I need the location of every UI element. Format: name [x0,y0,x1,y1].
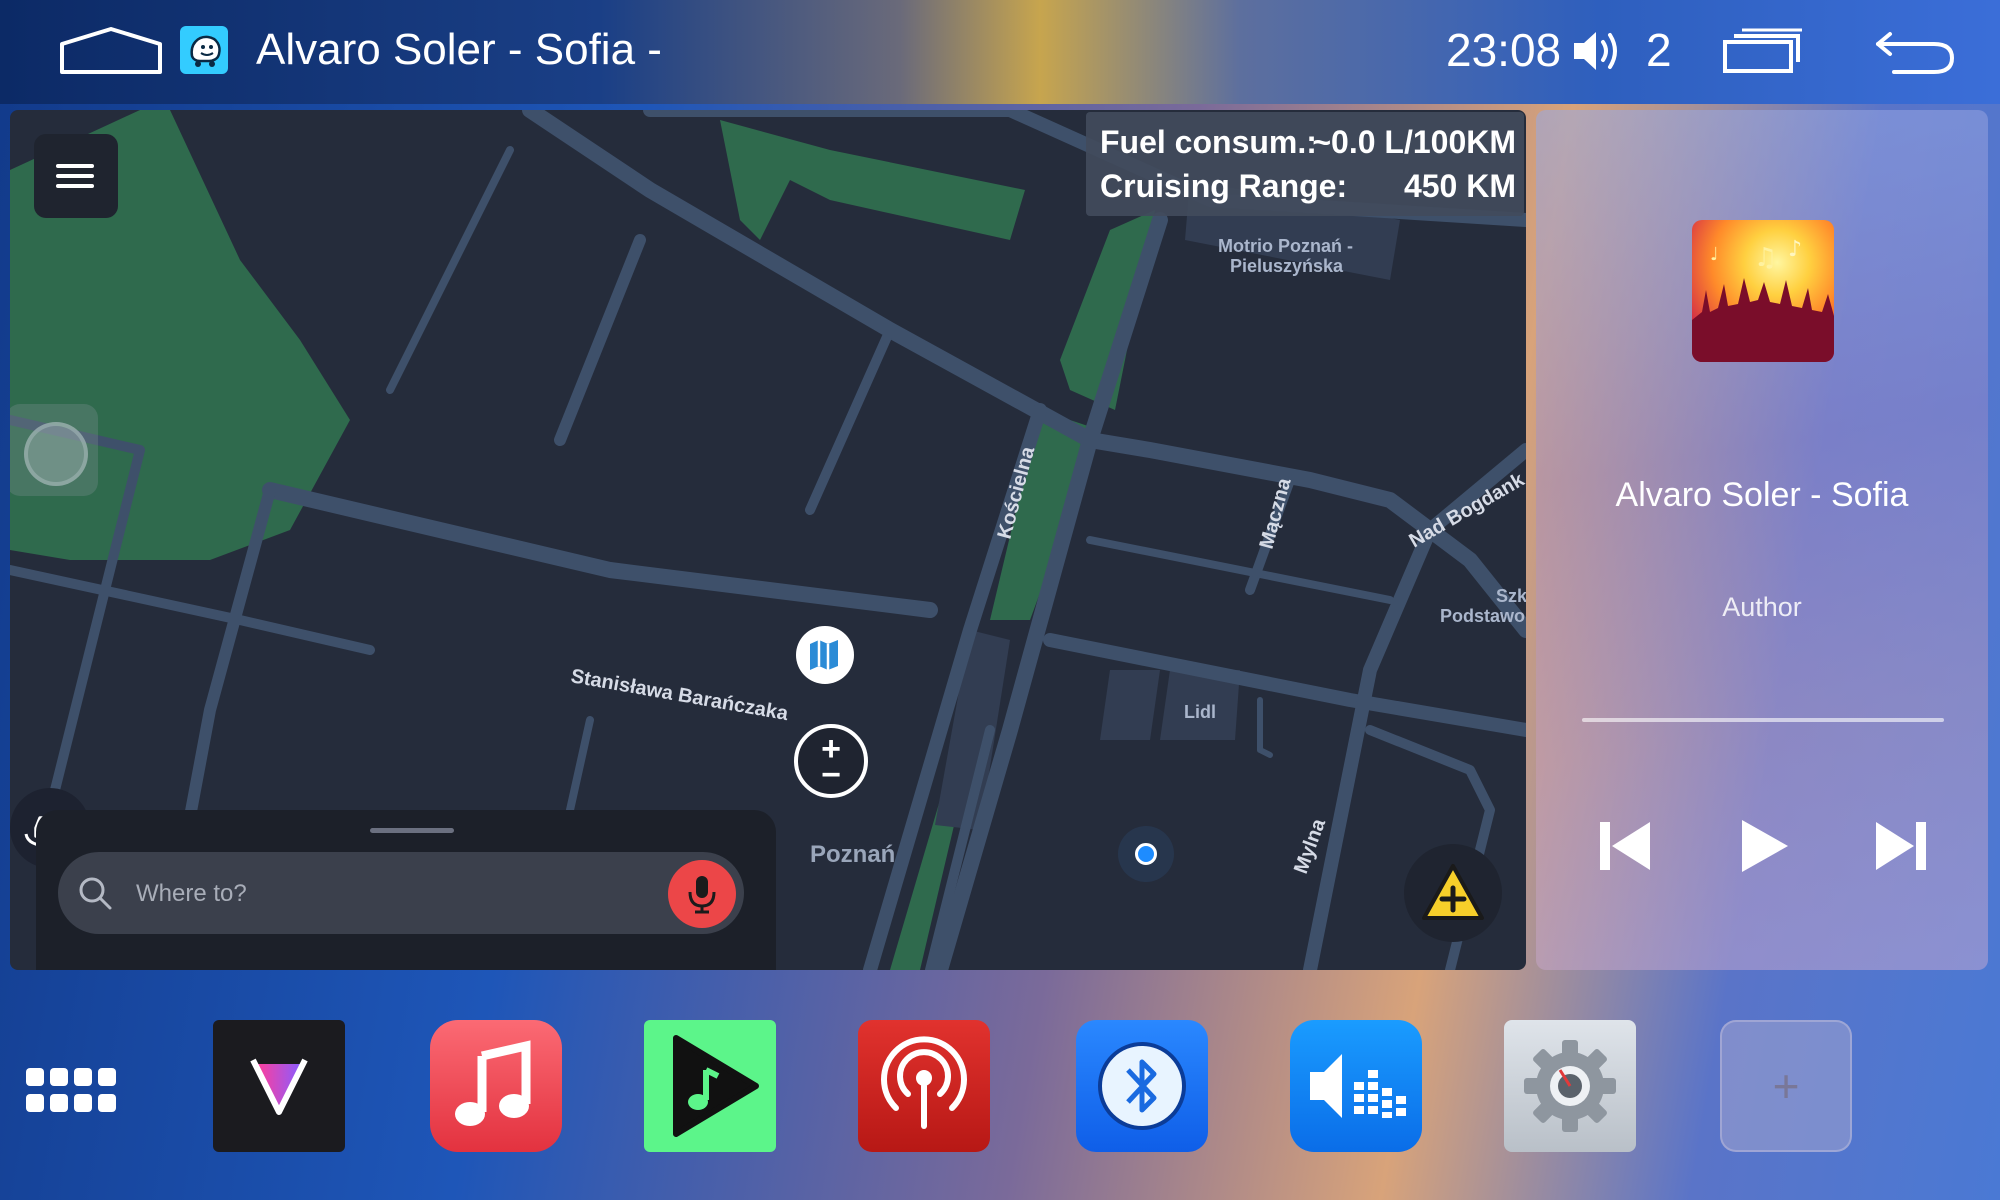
zoom-control[interactable]: + − [794,724,868,798]
voice-search-button[interactable] [668,860,736,928]
hamburger-icon-bar [56,174,94,178]
microphone-icon [688,876,716,914]
map-icon [810,640,838,670]
add-app-button[interactable]: + [1720,1020,1852,1152]
next-track-icon[interactable] [1870,816,1930,876]
svg-text:♩: ♩ [1710,244,1719,265]
bluetooth-icon [1098,1042,1186,1130]
search-icon [79,877,112,910]
v-app-button[interactable] [213,1020,345,1152]
search-drawer[interactable] [36,810,776,970]
map-layers-button[interactable] [796,626,854,684]
street-label-nad-bogdanka: Nad Bogdank [1406,468,1527,552]
volume-icon[interactable] [1572,28,1622,74]
svg-text:♫: ♫ [1754,243,1777,273]
track-author: Author [1722,592,1802,622]
zoom-out-icon[interactable]: − [798,758,864,792]
home-icon[interactable] [58,26,164,76]
street-label-maczna: Mączna [1256,475,1296,551]
poi-label-motrio: Motrio Poznań - [1218,236,1353,256]
radio-app-button[interactable] [858,1020,990,1152]
poi-label-lidl: Lidl [1184,702,1216,722]
cruising-range-label: Cruising Range: [1100,168,1348,204]
cruising-range-value: 450 KM [1403,168,1516,204]
map-menu-button[interactable] [34,134,118,218]
podcast-icon [881,1036,967,1129]
music-note-icon [455,1040,531,1126]
trip-info-overlay: Fuel consum.: ~0.0 L/100KM Cruising Rang… [1086,112,1524,216]
fuel-consumption-row: Fuel consum.: ~0.0 L/100KM [1100,122,1524,162]
clock: 23:08 [1446,24,1562,76]
poi-label-school-sub: Podstawo [1440,606,1525,626]
track-title: Alvaro Soler - Sofia [1615,476,1909,514]
play-note-icon [673,1035,759,1137]
hamburger-icon-bar [56,184,94,188]
poi-label-school: Szk [1496,586,1526,606]
gear-icon [1524,1040,1616,1132]
settings-app-button[interactable] [1504,1020,1636,1152]
back-icon[interactable] [1872,24,1956,76]
current-location-marker [1118,826,1174,882]
svg-text:♪: ♪ [1788,237,1802,262]
app-dock: + [0,980,2000,1200]
recent-apps-icon[interactable] [1722,28,1804,74]
navigation-map[interactable]: Kościelna Mączna Nad Bogdank Stanisława … [10,110,1526,970]
fuel-consumption-value: ~0.0 L/100KM [1312,124,1516,160]
previous-track-icon[interactable] [1596,816,1656,876]
city-label: Poznań [810,841,895,868]
warning-plus-icon [1422,864,1484,920]
volume-level: 2 [1646,24,1672,76]
street-label-baranczaka: Stanisława Barańczaka [569,665,790,725]
hamburger-icon [56,164,94,168]
speaker-equalizer-icon [1310,1054,1406,1118]
play-icon[interactable] [1732,816,1792,876]
report-hazard-button[interactable] [1404,844,1502,942]
v-logo-icon [250,1058,308,1115]
search-bar[interactable] [58,852,744,934]
plus-icon: + [1772,1060,1800,1112]
music-app-button[interactable] [430,1020,562,1152]
cruising-range-row: Cruising Range: 450 KM [1100,166,1524,206]
all-apps-button[interactable] [26,1068,116,1116]
now-playing-title: Alvaro Soler - Sofia - [256,25,662,74]
status-bar: Alvaro Soler - Sofia - 23:08 2 [0,0,2000,104]
drawer-drag-handle[interactable] [370,828,454,833]
fuel-consumption-label: Fuel consum.: [1100,124,1317,160]
equalizer-app-button[interactable] [1290,1020,1422,1152]
poi-label-motrio-sub: Pieluszyńska [1230,256,1344,276]
media-widget: ♪ ♫ ♩ Alvaro Soler - Sofia Author [1536,110,1988,970]
album-art[interactable]: ♪ ♫ ♩ [1692,220,1834,362]
concert-crowd-image: ♪ ♫ ♩ [1692,237,1834,362]
floating-assistant-button[interactable] [24,422,88,486]
waze-icon[interactable] [180,26,228,74]
playback-progress-bar[interactable] [1582,718,1944,722]
bluetooth-app-button[interactable] [1076,1020,1208,1152]
search-input[interactable] [134,872,638,916]
music-player-app-button[interactable] [644,1020,776,1152]
